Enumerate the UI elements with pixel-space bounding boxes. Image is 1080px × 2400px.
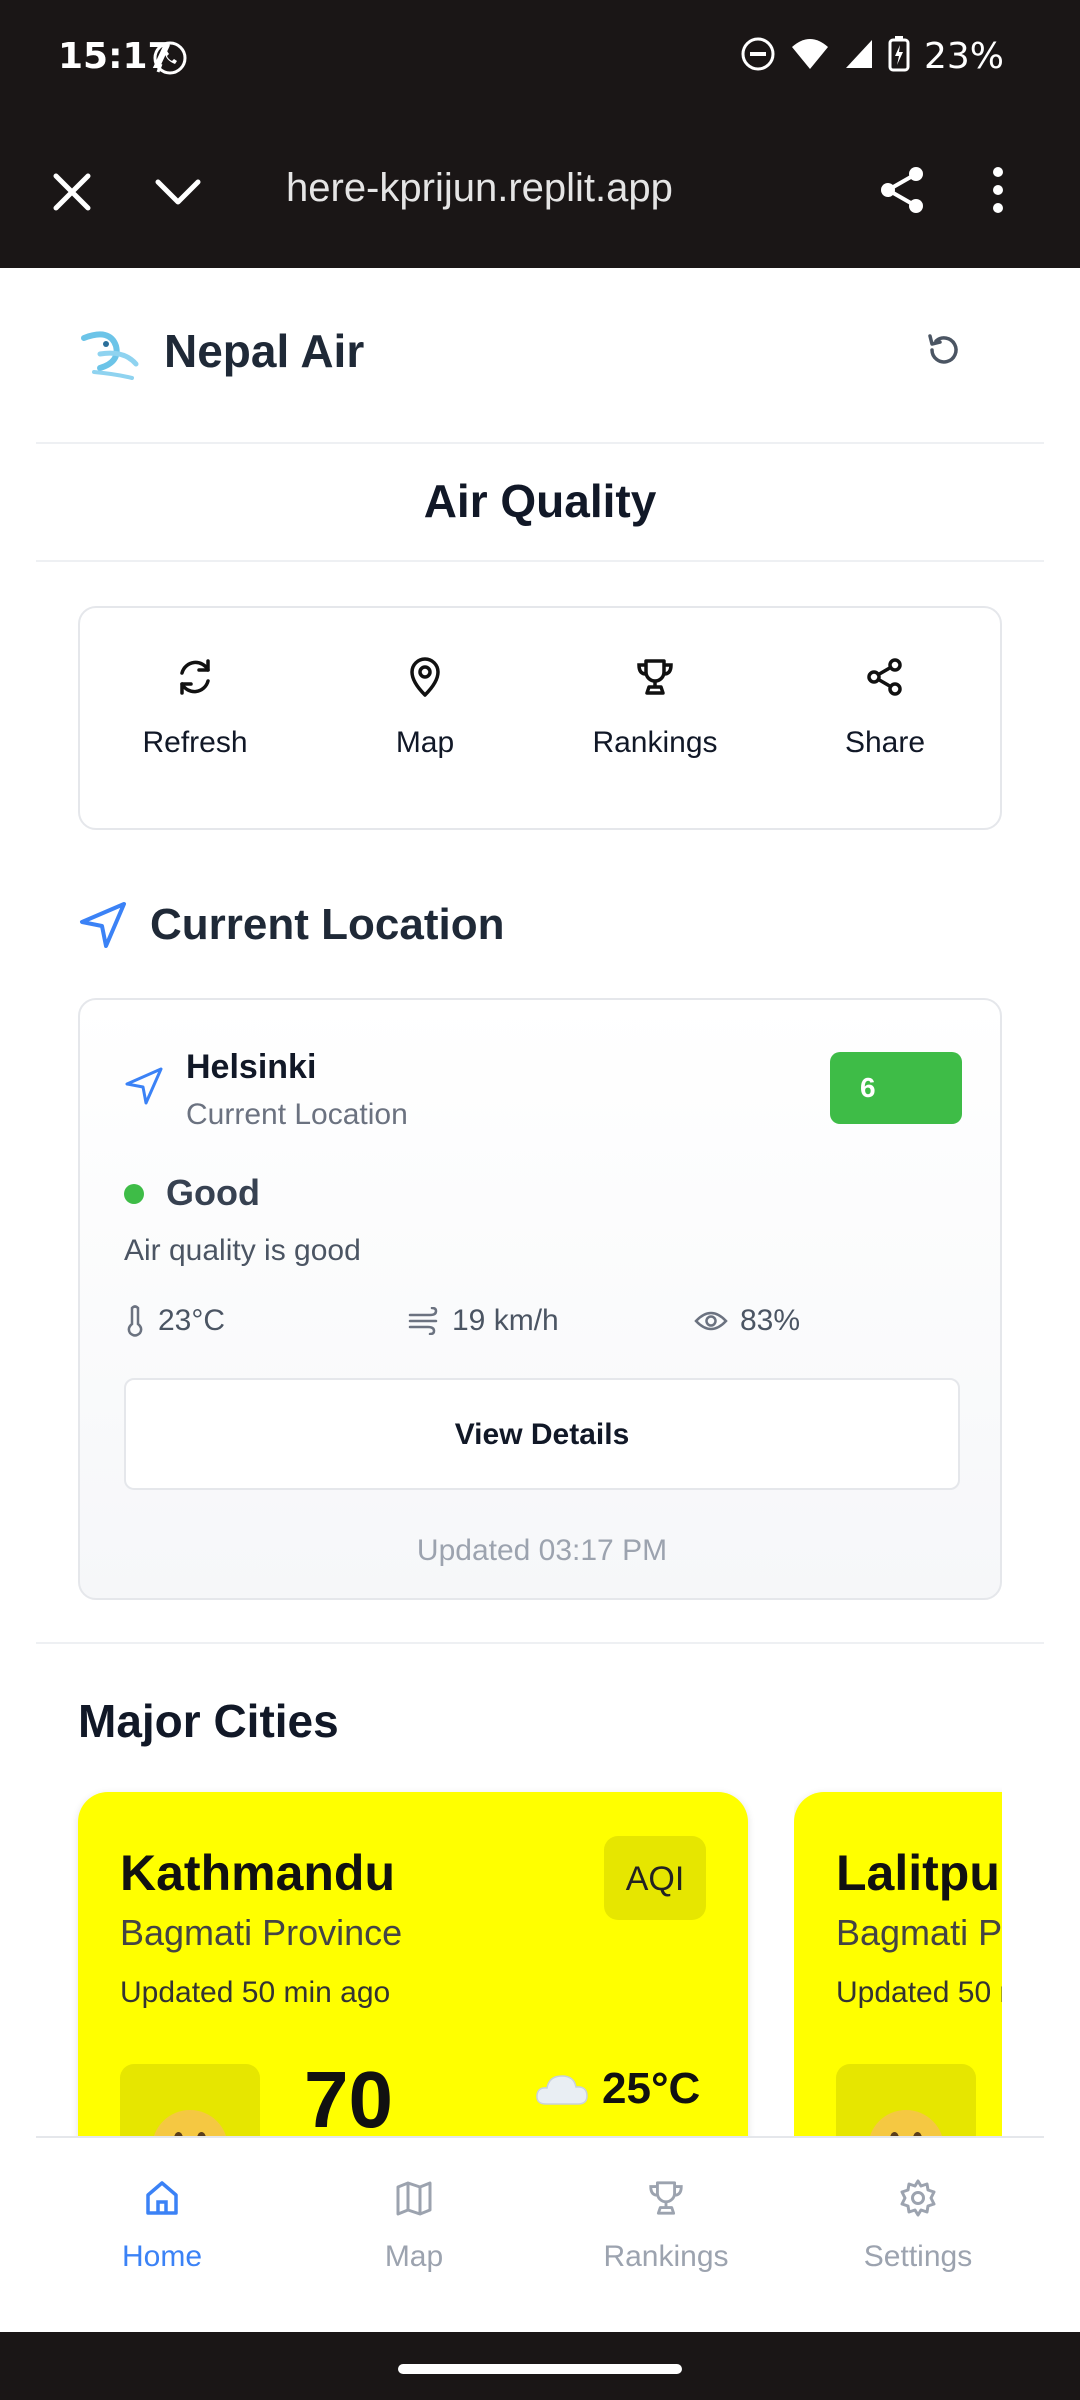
current-location-card[interactable]: Helsinki Current Location 6 Good Air qua… [78, 998, 1002, 1600]
nav-map[interactable]: Map [288, 2138, 540, 2332]
city-card-kathmandu[interactable]: Kathmandu Bagmati Province Updated 50 mi… [78, 1792, 748, 2192]
nav-label: Home [121, 2240, 203, 2273]
page-title-bar: Air Quality [36, 444, 1044, 562]
trophy-icon [637, 659, 673, 695]
action-label: Rankings [592, 726, 718, 759]
map-icon [396, 2181, 432, 2216]
action-label: Refresh [142, 726, 248, 759]
city-temperature: 25°C [534, 2064, 700, 2114]
battery-percent: 23% [923, 36, 1004, 77]
view-details-button[interactable]: View Details [124, 1378, 960, 1490]
trophy-icon [649, 2181, 683, 2215]
city-name: Lalitpur [836, 1845, 1002, 1901]
city-updated: Updated 50 min ago [836, 1976, 1002, 2009]
current-location-heading: Current Location [78, 900, 504, 950]
temperature-metric: 23°C [124, 1304, 225, 1338]
refresh-icon [180, 659, 210, 695]
share-icon[interactable] [876, 164, 928, 221]
do-not-disturb-icon [740, 36, 776, 77]
action-label: Share [844, 726, 926, 759]
wind-icon [408, 1307, 438, 1335]
more-vertical-icon[interactable] [990, 164, 1006, 221]
city-updated: Updated 50 min ago [120, 1976, 391, 2009]
battery-icon [888, 36, 910, 77]
aqi-badge: 6 [830, 1052, 962, 1124]
share-icon [867, 658, 902, 696]
location-subtitle: Current Location [186, 1098, 408, 1131]
quick-actions: Refresh Map Rankings Share [78, 606, 1002, 830]
location-city: Helsinki [186, 1048, 317, 1086]
navigation-icon [124, 1066, 164, 1111]
thermometer-icon [127, 1305, 143, 1337]
browser-toolbar: here-kprijun.replit.app [0, 120, 1080, 268]
wifi-icon [790, 37, 830, 76]
whatsapp-icon [150, 38, 190, 83]
city-province: Bagmati Province [120, 1912, 403, 1953]
city-name: Kathmandu [120, 1845, 395, 1901]
nav-rankings[interactable]: Rankings [540, 2138, 792, 2332]
page-title: Air Quality [423, 475, 657, 527]
section-heading: Current Location [150, 900, 505, 949]
status-icons: 23% [740, 36, 1004, 77]
eye-icon [694, 1311, 728, 1331]
city-aqi-value: 70 [304, 2055, 393, 2144]
wind-metric: 19 km/h [408, 1304, 559, 1338]
view-details-label: View Details [454, 1418, 630, 1451]
map-action-button[interactable]: Map [310, 608, 540, 828]
aqi-label-badge: AQI [604, 1836, 706, 1920]
signal-icon [844, 38, 874, 75]
nav-settings[interactable]: Settings [792, 2138, 1044, 2332]
city-temperature-value: 25°C [602, 2064, 701, 2113]
cloud-icon [536, 2075, 588, 2105]
refresh-icon[interactable] [924, 330, 964, 375]
chevron-down-icon[interactable] [152, 170, 204, 219]
gesture-area [0, 2332, 1080, 2400]
status-bar: 15:17 23% [0, 0, 1080, 120]
air-status-description: Air quality is good [124, 1234, 361, 1267]
wind-face-logo-icon [80, 324, 139, 380]
web-page: Nepal Air Air Quality Refresh Map Rankin… [0, 268, 1080, 2332]
humidity-value: 83% [740, 1304, 801, 1337]
share-action-button[interactable]: Share [770, 608, 1000, 828]
close-icon[interactable] [50, 170, 94, 219]
city-province: Bagmati Province [836, 1912, 1002, 1953]
navigation-icon [80, 902, 126, 948]
action-label: Map [395, 726, 455, 759]
refresh-action-button[interactable]: Refresh [80, 608, 310, 828]
air-status-label: Good [166, 1172, 260, 1213]
aqi-label: AQI [625, 1860, 685, 1898]
nav-home[interactable]: Home [36, 2138, 288, 2332]
nav-label: Settings [863, 2240, 973, 2273]
nav-label: Rankings [603, 2240, 729, 2273]
major-cities-heading: Major Cities [78, 1695, 339, 1747]
humidity-metric: 83% [694, 1304, 800, 1338]
city-card-lalitpur[interactable]: Lalitpur Bagmati Province Updated 50 min… [794, 1792, 1002, 2192]
app-title: Nepal Air [164, 325, 365, 377]
map-pin-icon [410, 657, 440, 697]
divider [36, 1642, 1044, 1644]
home-gesture-bar[interactable] [398, 2364, 682, 2374]
nav-label: Map [384, 2240, 444, 2273]
bottom-navigation: Home Map Rankings Settings [36, 2136, 1044, 2332]
updated-time: Updated 03:17 PM [416, 1534, 668, 1567]
url-text[interactable]: here-kprijun.replit.app [286, 166, 673, 211]
status-dot [124, 1184, 144, 1204]
gear-icon [900, 2179, 936, 2217]
wind-value: 19 km/h [452, 1304, 559, 1337]
rankings-action-button[interactable]: Rankings [540, 608, 770, 828]
app-header: Nepal Air [36, 268, 1044, 444]
temperature-value: 23°C [158, 1304, 226, 1337]
home-icon [146, 2181, 178, 2215]
